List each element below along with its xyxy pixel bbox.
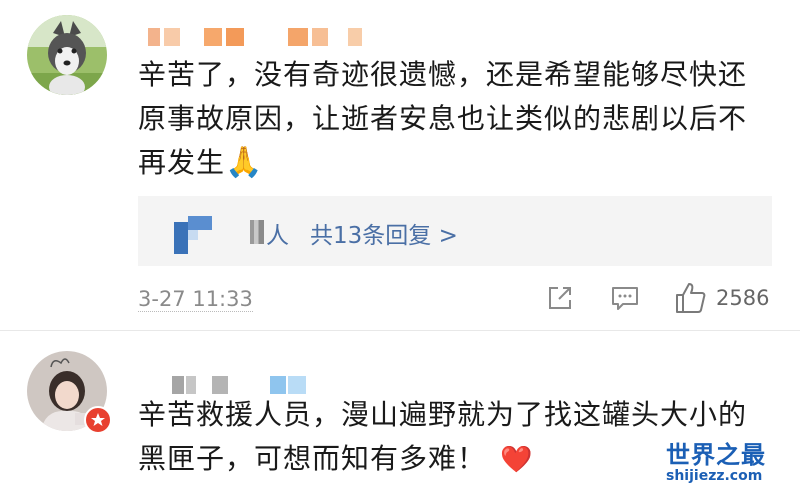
mosaic-block <box>288 376 306 394</box>
mosaic-block <box>288 28 308 46</box>
comment-1: 辛苦了，没有奇迹很遗憾，还是希望能够尽快还 原事故原因，让逝者安息也让类似的悲剧… <box>0 0 800 330</box>
username-mosaic[interactable] <box>172 376 312 394</box>
replier-name-fragment: 人 <box>266 223 289 249</box>
mosaic-block <box>148 28 160 46</box>
watermark: 世界之最 shijiezz.com <box>666 435 796 484</box>
husky-avatar-image <box>27 15 107 95</box>
comment-text: 辛苦救援人员，漫山遍野就为了找这罐头大小的 黑匣子，可想而知有多难！ ❤️ <box>138 393 747 482</box>
pray-emoji-icon: 🙏 <box>225 145 264 180</box>
red-heart-emoji-icon: ❤️ <box>500 445 534 475</box>
mosaic-block <box>226 28 244 46</box>
comment-2: 辛苦救援人员，漫山遍野就为了找这罐头大小的 黑匣子，可想而知有多难！ ❤️ 世界之… <box>0 331 800 493</box>
thumbs-up-icon <box>676 283 706 313</box>
comment-line: 黑匣子，可想而知有多难！ ❤️ <box>138 442 534 475</box>
comment-button[interactable] <box>610 284 640 312</box>
verified-badge-icon <box>91 413 105 426</box>
mosaic-block <box>212 376 228 394</box>
comment-line: 辛苦救援人员，漫山遍野就为了找这罐头大小的 <box>138 398 748 431</box>
share-icon <box>549 287 571 309</box>
mosaic-block <box>186 376 196 394</box>
comment-icon <box>612 287 638 310</box>
mosaic-block <box>312 28 328 46</box>
mosaic-block <box>172 376 184 394</box>
replier-avatar-mosaic <box>174 216 214 260</box>
username-mosaic[interactable] <box>148 28 378 46</box>
like-button[interactable]: 2586 <box>674 281 784 315</box>
comment-text: 辛苦了，没有奇迹很遗憾，还是希望能够尽快还 原事故原因，让逝者安息也让类似的悲剧… <box>138 53 747 185</box>
comment-timestamp: 3-27 11:33 <box>138 287 253 312</box>
comment-line: 辛苦了，没有奇迹很遗憾，还是希望能够尽快还 <box>138 58 748 91</box>
comment-line: 原事故原因，让逝者安息也让类似的悲剧以后不 <box>138 102 748 135</box>
avatar[interactable] <box>27 15 107 95</box>
replies-box[interactable]: 人 共13条回复 > <box>138 196 772 266</box>
watermark-title: 世界之最 <box>666 441 766 469</box>
like-count: 2586 <box>716 286 770 310</box>
verified-badge <box>84 406 112 434</box>
comment-line: 再发生🙏 <box>138 145 264 180</box>
share-button[interactable] <box>546 284 574 312</box>
mosaic-block <box>348 28 362 46</box>
view-replies-link[interactable]: 共13条回复 > <box>310 216 458 250</box>
mosaic-block <box>204 28 222 46</box>
mosaic-block <box>164 28 180 46</box>
watermark-url: shijiezz.com <box>666 468 763 484</box>
replier-name-mosaic <box>250 220 264 244</box>
mosaic-block <box>270 376 286 394</box>
